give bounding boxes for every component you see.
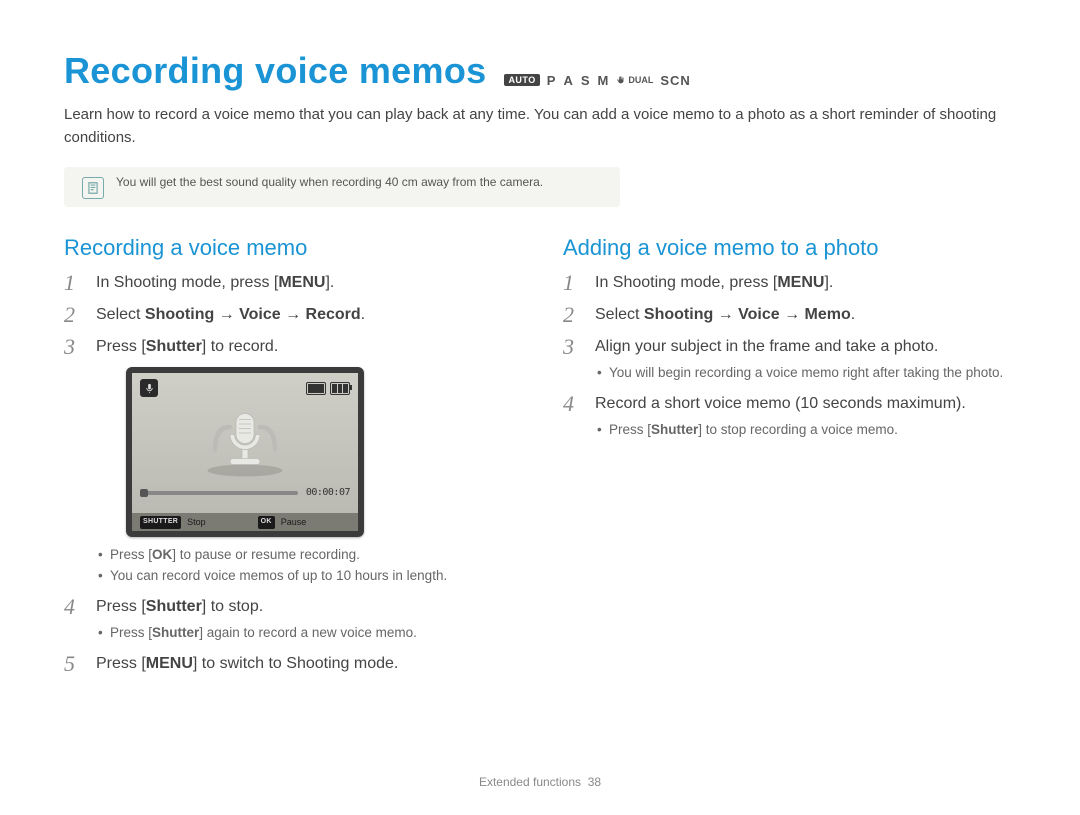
right-steps: 1 In Shooting mode, press [MENU]. 2 Sele…	[563, 271, 1016, 441]
right-column: Adding a voice memo to a photo 1 In Shoo…	[563, 235, 1016, 684]
lcd-label-stop: Stop	[187, 516, 206, 530]
lcd-indicators	[306, 382, 350, 395]
microphone-graphic	[140, 403, 350, 481]
tip-text: You will get the best sound quality when…	[116, 175, 543, 189]
step-body: In Shooting mode, press [MENU].	[595, 271, 1016, 295]
right-heading: Adding a voice memo to a photo	[563, 235, 1016, 261]
sub-list: You will begin recording a voice memo ri…	[595, 363, 1016, 384]
shutter-key: Shutter	[152, 625, 199, 640]
mode-auto-badge: AUTO	[504, 74, 539, 86]
tip-icon	[82, 177, 104, 199]
lcd-timecode: 00:00:07	[306, 485, 350, 500]
title-row: Recording voice memos AUTO P A S M DUAL …	[64, 50, 1016, 98]
step-body: Press [MENU] to switch to Shooting mode.	[96, 652, 517, 676]
menu-key: MENU	[278, 274, 325, 291]
step-body: Select Shooting → Voice → Record.	[96, 303, 517, 327]
card-icon	[306, 382, 326, 395]
sub-item: Press [Shutter] again to record a new vo…	[96, 623, 517, 644]
left-steps: 1 In Shooting mode, press [MENU]. 2 Sele…	[64, 271, 517, 676]
sub-list: Press [Shutter] again to record a new vo…	[96, 623, 517, 644]
tip-box: You will get the best sound quality when…	[64, 167, 620, 207]
mode-a: A	[563, 73, 573, 88]
sub-item: You can record voice memos of up to 10 h…	[96, 566, 517, 587]
lcd-softkeys: SHUTTER Stop OK Pause	[132, 513, 358, 531]
mode-dual: DUAL	[616, 75, 653, 85]
intro-text: Learn how to record a voice memo that yo…	[64, 104, 1016, 149]
shutter-key: Shutter	[146, 338, 202, 355]
page-title: Recording voice memos	[64, 50, 486, 92]
lcd-key-shutter: SHUTTER	[140, 516, 181, 529]
mode-m: M	[598, 73, 610, 88]
sub-list: Press [OK] to pause or resume recording.…	[96, 545, 517, 587]
step-body: Align your subject in the frame and take…	[595, 335, 1016, 384]
left-column: Recording a voice memo 1 In Shooting mod…	[64, 235, 517, 684]
sub-item: You will begin recording a voice memo ri…	[595, 363, 1016, 384]
step-body: Select Shooting → Voice → Memo.	[595, 303, 1016, 327]
sub-item: Press [Shutter] to stop recording a voic…	[595, 420, 1016, 441]
columns: Recording a voice memo 1 In Shooting mod…	[64, 235, 1016, 684]
lcd-progress-row: 00:00:07	[140, 485, 350, 500]
footer: Extended functions 38	[0, 775, 1080, 789]
mode-p: P	[547, 73, 557, 88]
camera-lcd-mockup: 00:00:07 SHUTTER Stop OK Pause	[126, 367, 364, 537]
sub-list: Press [Shutter] to stop recording a voic…	[595, 420, 1016, 441]
step-number: 5	[64, 652, 84, 676]
mode-s: S	[581, 73, 591, 88]
mode-scn: SCN	[660, 73, 690, 88]
step-number: 3	[563, 335, 583, 384]
mic-corner-icon	[140, 379, 158, 397]
ok-key: OK	[152, 547, 172, 562]
shutter-key: Shutter	[146, 598, 202, 615]
menu-key: MENU	[777, 274, 824, 291]
step-body: Press [Shutter] to record.	[96, 335, 517, 587]
step-number: 2	[64, 303, 84, 327]
step-number: 3	[64, 335, 84, 587]
sub-item: Press [OK] to pause or resume recording.	[96, 545, 517, 566]
lcd-label-pause: Pause	[281, 516, 307, 530]
progress-bar	[140, 491, 298, 495]
step-number: 4	[563, 392, 583, 441]
left-heading: Recording a voice memo	[64, 235, 517, 261]
page-number: 38	[588, 775, 601, 789]
step-number: 4	[64, 595, 84, 644]
step-body: Record a short voice memo (10 seconds ma…	[595, 392, 1016, 441]
step-number: 2	[563, 303, 583, 327]
battery-icon	[330, 382, 350, 395]
lcd-key-ok: OK	[258, 516, 275, 529]
footer-section: Extended functions	[479, 775, 581, 789]
step-number: 1	[64, 271, 84, 295]
step-body: In Shooting mode, press [MENU].	[96, 271, 517, 295]
hand-icon	[616, 75, 626, 85]
step-number: 1	[563, 271, 583, 295]
menu-key: MENU	[146, 655, 193, 672]
shutter-key: Shutter	[651, 422, 698, 437]
step-body: Press [Shutter] to stop. Press [Shutter]…	[96, 595, 517, 644]
mode-badges: AUTO P A S M DUAL SCN	[504, 73, 690, 88]
